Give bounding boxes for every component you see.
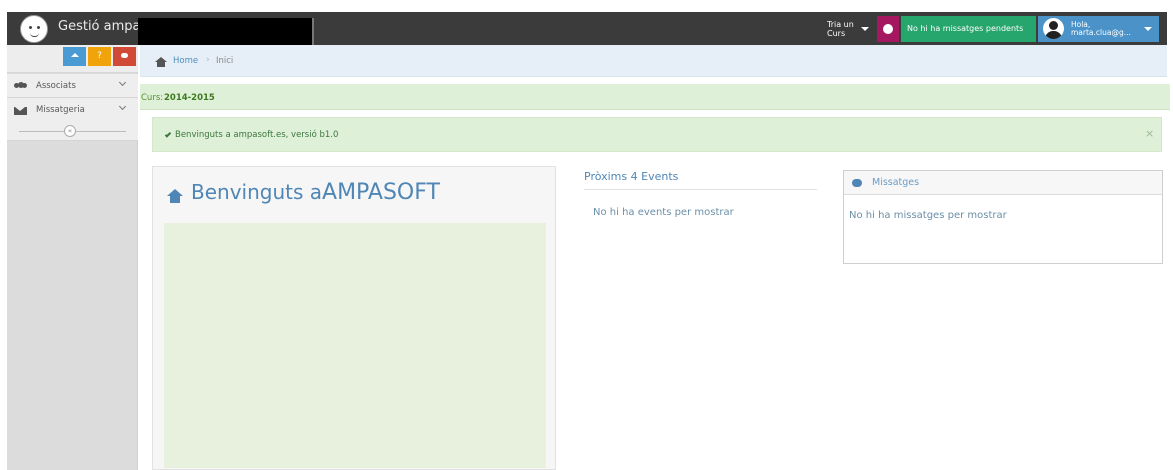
chat-shortcut-button[interactable]	[113, 47, 136, 66]
envelope-icon	[14, 107, 27, 115]
course-value: 2014-2015	[164, 93, 215, 103]
breadcrumb: Home › Inici	[140, 45, 1167, 77]
chevron-down-icon	[118, 78, 127, 87]
messages-empty-text: No hi ha missatges per mostrar	[849, 210, 1007, 221]
home-icon	[167, 189, 183, 203]
comment-icon	[852, 179, 862, 187]
messages-panel-header: Missatges	[844, 171, 1162, 195]
welcome-panel: Benvinguts aAMPASOFT	[152, 166, 556, 470]
collapse-sidebar-icon[interactable]: «	[64, 125, 76, 137]
caret-down-icon	[1144, 27, 1152, 31]
messages-panel-title: Missatges	[872, 177, 920, 188]
messages-panel: Missatges No hi ha missatges per mostrar	[843, 170, 1163, 264]
user-menu-button[interactable]: Hola, marta.clua@g...	[1038, 16, 1159, 42]
messages-status-button[interactable]: No hi ha missatges pendents	[901, 16, 1036, 42]
breadcrumb-current: Inici	[216, 56, 234, 66]
globe-icon	[883, 24, 893, 34]
welcome-content-area	[164, 223, 546, 468]
course-label: Curs:	[141, 93, 164, 103]
welcome-title-part2: AMPASOFT	[322, 180, 440, 205]
sidebar-item-label: Missatgeria	[36, 105, 85, 115]
user-avatar-icon	[1043, 18, 1064, 39]
brand-title[interactable]: Gestió ampa	[58, 19, 141, 34]
sidebar-collapse: «	[7, 121, 138, 141]
check-icon	[164, 131, 172, 138]
events-title: Pròxims 4 Events	[584, 170, 817, 190]
close-icon[interactable]: ×	[1145, 127, 1154, 140]
user-label: Hola, marta.clua@g...	[1071, 21, 1131, 37]
events-empty-text: No hi ha events per mostrar	[593, 207, 734, 218]
help-shortcut-button[interactable]: ?	[88, 47, 111, 66]
chevron-down-icon	[118, 102, 127, 111]
sidebar-item-associats[interactable]: Associats	[7, 74, 138, 98]
globe-button[interactable]	[877, 16, 899, 42]
sidebar: ? Associats Missatgeria «	[7, 45, 138, 470]
home-shortcut-button[interactable]	[63, 47, 86, 66]
caret-down-icon	[861, 27, 869, 31]
home-icon	[155, 57, 167, 67]
welcome-title: Benvinguts aAMPASOFT	[191, 180, 440, 205]
breadcrumb-separator: ›	[206, 55, 210, 65]
top-strip	[0, 0, 1173, 12]
sidebar-shortcuts: ?	[7, 45, 138, 73]
breadcrumb-home-link[interactable]: Home	[173, 56, 198, 66]
sidebar-item-label: Associats	[36, 81, 76, 91]
course-selector[interactable]: Tria un Curs	[819, 16, 874, 42]
sidebar-item-missatgeria[interactable]: Missatgeria	[7, 98, 138, 122]
alert-text: Benvinguts a ampasoft.es, versió b1.0	[175, 130, 339, 140]
logo-icon[interactable]	[20, 15, 48, 43]
events-panel: Pròxims 4 Events No hi ha events per mos…	[584, 170, 817, 218]
welcome-alert: Benvinguts a ampasoft.es, versió b1.0 ×	[152, 117, 1162, 152]
user-email: marta.clua@g...	[1071, 28, 1131, 37]
users-icon	[14, 82, 27, 90]
welcome-title-part1: Benvinguts a	[191, 180, 323, 204]
redacted-area	[138, 18, 314, 45]
course-bar: Curs: 2014-2015	[140, 84, 1170, 110]
